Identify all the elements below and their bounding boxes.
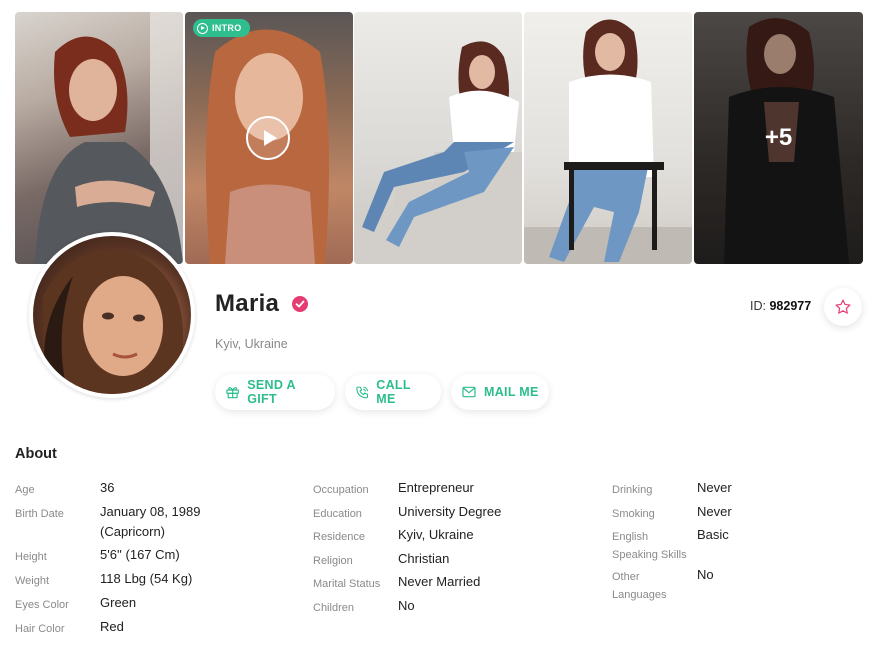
gallery-photo-4[interactable] — [524, 12, 692, 264]
detail-label: Weight — [15, 575, 50, 587]
profile-id: ID: 982977 — [750, 299, 811, 313]
detail-value: No — [697, 567, 714, 582]
profile-id-value: 982977 — [769, 299, 812, 313]
detail-value: 118 Lbg (54 Kg) — [100, 571, 193, 586]
send-gift-label: SEND A GIFT — [247, 378, 296, 406]
avatar — [29, 232, 195, 398]
verified-icon — [292, 296, 308, 312]
gallery-photo-3[interactable] — [354, 12, 522, 264]
detail-label: Other Languages — [612, 571, 667, 601]
detail-label: Hair Color — [15, 623, 65, 635]
detail-value: 5'6'' (167 Cm) — [100, 547, 180, 562]
more-photos-overlay[interactable]: +5 — [694, 12, 863, 264]
detail-label: Marital Status — [313, 578, 381, 590]
call-me-button[interactable]: CALL ME — [345, 374, 441, 410]
detail-label: Birth Date — [15, 508, 64, 520]
detail-value: No — [398, 597, 415, 613]
gallery-photo-5[interactable]: +5 — [694, 12, 863, 264]
detail-value: January 08, 1989 (Capricorn) — [100, 504, 201, 539]
detail-value: Never — [697, 503, 732, 519]
mail-me-label: MAIL ME — [484, 385, 539, 399]
profile-location: Kyiv, Ukraine — [215, 337, 288, 351]
about-title: About — [15, 446, 57, 462]
profile-name: Maria — [215, 290, 280, 317]
star-icon — [835, 299, 851, 314]
detail-label: Age — [15, 484, 35, 496]
detail-value: Kyiv, Ukraine — [398, 527, 474, 542]
gallery-video-intro[interactable]: INTRO — [185, 12, 353, 264]
phone-icon — [356, 386, 369, 398]
detail-label: Occupation — [313, 484, 369, 496]
more-photos-count: +5 — [764, 124, 793, 151]
send-gift-button[interactable]: SEND A GIFT — [215, 374, 335, 410]
detail-label: Children — [313, 601, 354, 614]
detail-label: Eyes Color — [15, 599, 69, 611]
detail-label: Education — [313, 507, 362, 520]
mail-icon — [462, 386, 476, 398]
play-circle-icon — [197, 22, 208, 34]
detail-value: Green — [100, 595, 137, 610]
detail-value: Red — [100, 619, 124, 634]
detail-label: Drinking — [612, 484, 653, 496]
detail-label: English Speaking Skills — [612, 531, 687, 561]
detail-value: Never Married — [398, 574, 481, 589]
gift-icon — [226, 386, 239, 399]
detail-label: Smoking — [612, 507, 655, 520]
play-icon[interactable] — [246, 116, 290, 160]
intro-badge: INTRO — [193, 19, 250, 37]
detail-label: Height — [15, 551, 47, 563]
mail-me-button[interactable]: MAIL ME — [451, 374, 549, 410]
detail-label: Residence — [313, 531, 365, 543]
photo-gallery: INTRO +5 — [15, 12, 863, 264]
detail-value: Never — [697, 480, 732, 495]
detail-value: Christian — [398, 550, 450, 566]
profile-id-label: ID: — [750, 299, 766, 313]
favorite-button[interactable] — [824, 288, 862, 326]
detail-value: 36 — [100, 480, 115, 495]
detail-value: Basic — [697, 527, 729, 542]
detail-value: University Degree — [398, 503, 502, 519]
detail-value: Entrepreneur — [398, 480, 474, 495]
gallery-photo-1[interactable] — [15, 12, 183, 264]
call-me-label: CALL ME — [376, 378, 411, 406]
detail-label: Religion — [313, 554, 353, 567]
